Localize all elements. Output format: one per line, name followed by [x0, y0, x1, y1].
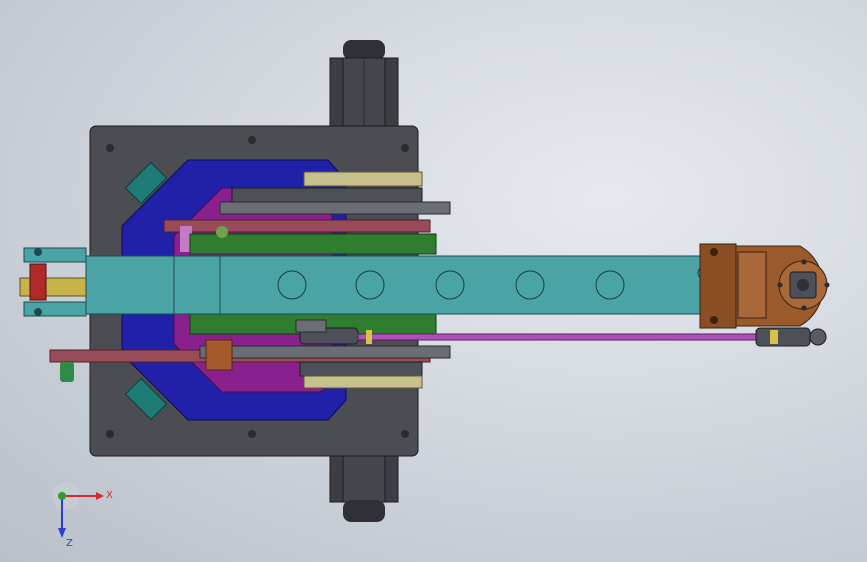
cad-viewport[interactable]: [0, 0, 867, 562]
gripper-bracket: [699, 243, 830, 329]
y-axis-icon: [58, 492, 66, 500]
x-axis-label: X: [106, 490, 113, 501]
arm-hole-1: [277, 270, 307, 300]
arm-hole-3: [435, 270, 465, 300]
coordinate-triad: X Z: [52, 482, 113, 549]
arm-hole-2: [355, 270, 385, 300]
arm-hole-5: [595, 270, 625, 300]
left-pivot: [19, 247, 89, 317]
z-axis-label: Z: [66, 538, 73, 549]
arm-hole-4: [515, 270, 545, 300]
main-arm: [85, 255, 739, 315]
